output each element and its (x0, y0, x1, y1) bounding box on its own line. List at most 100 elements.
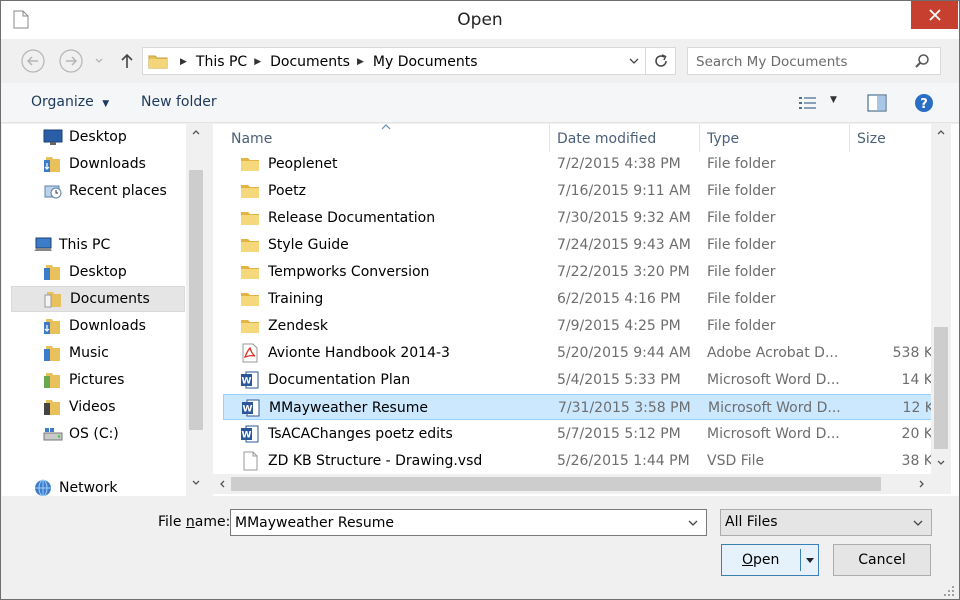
file-date: 5/26/2015 1:44 PM (557, 453, 690, 469)
address-bar[interactable]: ▶ This PC ▶ Documents ▶ My Documents (142, 47, 676, 75)
file-row[interactable]: Poetz 7/16/2015 9:11 AM File folder (223, 178, 933, 204)
column-header-date[interactable]: Date modified (557, 126, 656, 152)
column-header-size[interactable]: Size (857, 126, 886, 152)
file-name: Avionte Handbook 2014-3 (268, 345, 450, 361)
scroll-up-icon[interactable] (936, 128, 946, 136)
chevron-down-icon (913, 520, 923, 526)
nav-item-desktop-pc[interactable]: Desktop (11, 259, 185, 285)
file-row[interactable]: ZD KB Structure - Drawing.vsd 5/26/2015 … (223, 448, 933, 474)
videos-folder-icon (44, 400, 60, 415)
nav-item-downloads-pc[interactable]: Downloads (11, 313, 185, 339)
file-row[interactable]: W TsACAChanges poetz edits 5/7/2015 5:12… (223, 421, 933, 447)
file-row[interactable]: W Documentation Plan 5/4/2015 5:33 PM Mi… (223, 367, 933, 393)
nav-item-videos[interactable]: Videos (11, 394, 185, 420)
music-folder-icon (44, 346, 60, 361)
open-options-arrow-icon[interactable] (804, 554, 816, 566)
scroll-right-icon[interactable] (918, 479, 926, 489)
column-divider[interactable] (699, 124, 700, 152)
file-row[interactable]: Training 6/2/2015 4:16 PM File folder (223, 286, 933, 312)
file-row[interactable]: Style Guide 7/24/2015 9:43 AM File folde… (223, 232, 933, 258)
column-divider[interactable] (549, 124, 550, 152)
recent-locations-button[interactable] (89, 47, 109, 75)
horizontal-scroll-thumb[interactable] (231, 477, 881, 491)
nav-item-downloads[interactable]: Downloads (11, 151, 185, 177)
file-list-horizontal-scrollbar[interactable] (213, 474, 931, 494)
preview-pane-icon[interactable] (866, 93, 888, 113)
file-type: File folder (707, 210, 776, 226)
nav-item-documents[interactable]: Documents (11, 286, 185, 312)
nav-item-network[interactable]: Network (11, 475, 185, 496)
file-date: 5/4/2015 5:33 PM (557, 372, 681, 388)
up-button[interactable] (113, 47, 141, 75)
file-row[interactable]: Peoplenet 7/2/2015 4:38 PM File folder (223, 151, 933, 177)
organize-label: Organize (31, 94, 94, 110)
breadcrumb-my-documents[interactable]: My Documents (373, 54, 478, 70)
nav-item-music[interactable]: Music (11, 340, 185, 366)
downloads-folder-icon (44, 157, 60, 172)
chevron-right-icon[interactable]: ▶ (180, 57, 187, 67)
file-type-filter[interactable]: All Files (720, 509, 932, 536)
column-header-type[interactable]: Type (707, 126, 739, 152)
column-divider[interactable] (849, 124, 850, 152)
desktop-icon (43, 129, 63, 145)
svg-text:W: W (242, 377, 252, 387)
search-icon[interactable] (914, 53, 930, 69)
chevron-down-icon[interactable] (686, 516, 700, 530)
breadcrumb-documents[interactable]: Documents (270, 54, 350, 70)
nav-item-desktop[interactable]: Desktop (11, 124, 185, 150)
nav-item-recent-places[interactable]: Recent places (11, 178, 185, 204)
chevron-right-icon[interactable]: ▶ (254, 57, 261, 67)
vertical-scroll-thumb[interactable] (934, 327, 948, 449)
scrollbar-corner (931, 474, 951, 494)
view-details-icon[interactable] (797, 93, 819, 113)
organize-button[interactable]: Organize ▼ (31, 94, 109, 110)
close-button[interactable] (911, 1, 958, 29)
help-icon[interactable]: ? (913, 93, 935, 113)
file-list-vertical-scrollbar[interactable] (931, 124, 951, 474)
nav-scroll-thumb[interactable] (189, 170, 203, 430)
forward-button[interactable] (57, 47, 85, 75)
file-row[interactable]: Zendesk 7/9/2015 4:25 PM File folder (223, 313, 933, 339)
file-name-input[interactable] (235, 513, 675, 532)
cancel-button[interactable]: Cancel (833, 544, 931, 576)
nav-item-this-pc[interactable]: This PC (11, 232, 185, 258)
back-arrow-icon (21, 49, 45, 73)
file-row-selected[interactable]: W MMayweather Resume 7/31/2015 3:58 PM M… (223, 394, 934, 420)
file-size: 20 K (901, 426, 933, 442)
file-type: Adobe Acrobat D... (707, 345, 839, 361)
nav-scrollbar[interactable] (186, 124, 206, 496)
open-button[interactable]: Open (721, 544, 819, 576)
new-folder-button[interactable]: New folder (141, 94, 217, 110)
folder-icon (241, 320, 259, 333)
scroll-down-icon[interactable] (191, 479, 201, 487)
chevron-down-icon[interactable] (627, 54, 641, 68)
pdf-file-icon (242, 343, 258, 363)
refresh-icon (654, 54, 667, 67)
file-row[interactable]: Release Documentation 7/30/2015 9:32 AM … (223, 205, 933, 231)
file-list: Name Date modified Type Size Peoplenet 7… (213, 124, 959, 496)
file-row[interactable]: Tempworks Conversion 7/22/2015 3:20 PM F… (223, 259, 933, 285)
search-input[interactable] (696, 52, 906, 71)
chevron-right-icon[interactable]: ▶ (357, 57, 364, 67)
file-name-combobox[interactable] (230, 509, 707, 536)
scroll-up-icon[interactable] (191, 128, 201, 136)
word-file-icon: W (241, 371, 259, 389)
file-name: MMayweather Resume (269, 400, 428, 416)
svg-text:W: W (243, 405, 253, 415)
nav-item-pictures[interactable]: Pictures (11, 367, 185, 393)
file-name: Peoplenet (268, 156, 338, 172)
scroll-left-icon[interactable] (218, 479, 226, 489)
refresh-button[interactable] (645, 48, 675, 74)
view-dropdown-icon[interactable]: ▼ (830, 95, 837, 105)
search-box[interactable] (687, 47, 941, 75)
resize-grip-icon[interactable] (941, 583, 955, 597)
column-header-name[interactable]: Name (231, 126, 272, 152)
recent-places-icon (44, 185, 62, 199)
file-name: TsACAChanges poetz edits (268, 426, 453, 442)
breadcrumb-this-pc[interactable]: This PC (196, 54, 247, 70)
scroll-down-icon[interactable] (936, 459, 946, 467)
nav-item-os-drive[interactable]: OS (C:) (11, 421, 185, 447)
back-button[interactable] (19, 47, 47, 75)
file-row[interactable]: Avionte Handbook 2014-3 5/20/2015 9:44 A… (223, 340, 933, 366)
file-name: Training (268, 291, 324, 307)
